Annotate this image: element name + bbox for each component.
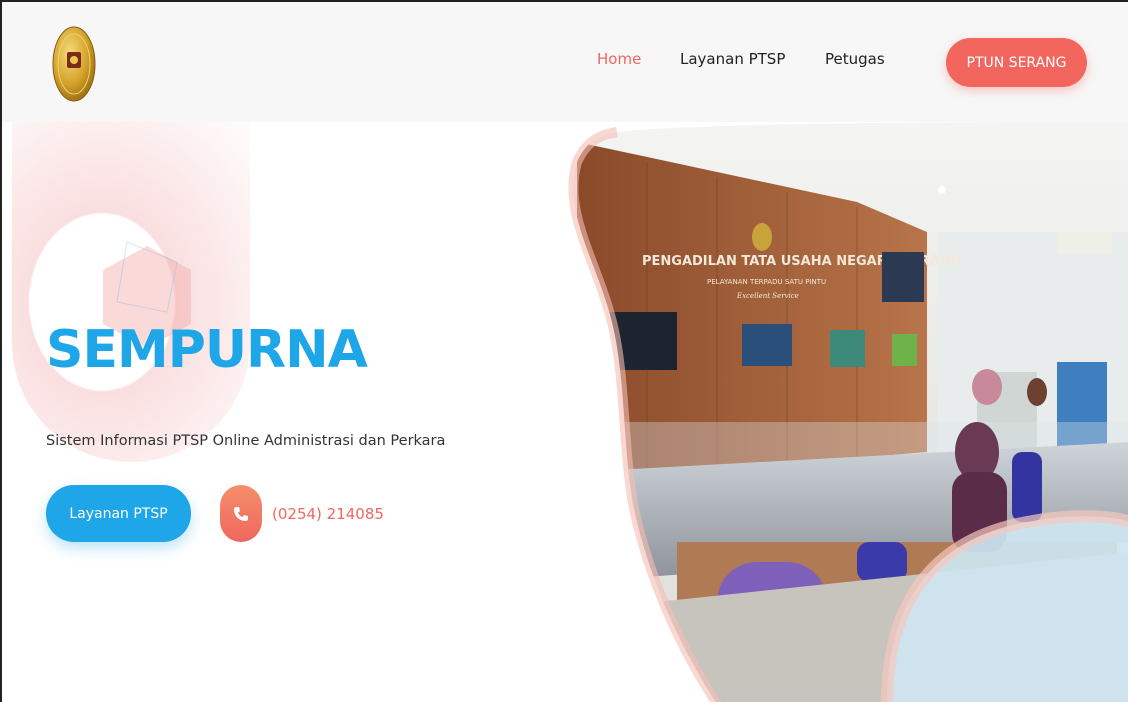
phone-number-link[interactable]: (0254) 214085 [272, 505, 384, 523]
sign-sub-text: PELAYANAN TERPADU SATU PINTU [707, 278, 826, 286]
phone-glyph-icon [234, 506, 248, 521]
hero-title: SEMPURNA [46, 320, 368, 380]
court-emblem-icon[interactable] [52, 26, 96, 102]
hero-photo: PENGADILAN TATA USAHA NEGARA SERANG PELA… [568, 122, 1128, 702]
nav-home-link[interactable]: Home [597, 50, 641, 68]
layanan-ptsp-button[interactable]: Layanan PTSP [46, 485, 191, 542]
phone-icon[interactable] [220, 485, 262, 542]
sign-tag-text: Excellent Service [736, 292, 799, 300]
ptun-serang-button[interactable]: PTUN SERANG [946, 38, 1087, 87]
browser-viewport: Home Layanan PTSP Petugas PTUN SERANG SE… [0, 0, 1128, 702]
nav-petugas-link[interactable]: Petugas [825, 50, 885, 68]
nav-layanan-link[interactable]: Layanan PTSP [680, 50, 785, 68]
site-header: Home Layanan PTSP Petugas PTUN SERANG [2, 2, 1128, 122]
hero-subtitle: Sistem Informasi PTSP Online Administras… [46, 433, 446, 449]
